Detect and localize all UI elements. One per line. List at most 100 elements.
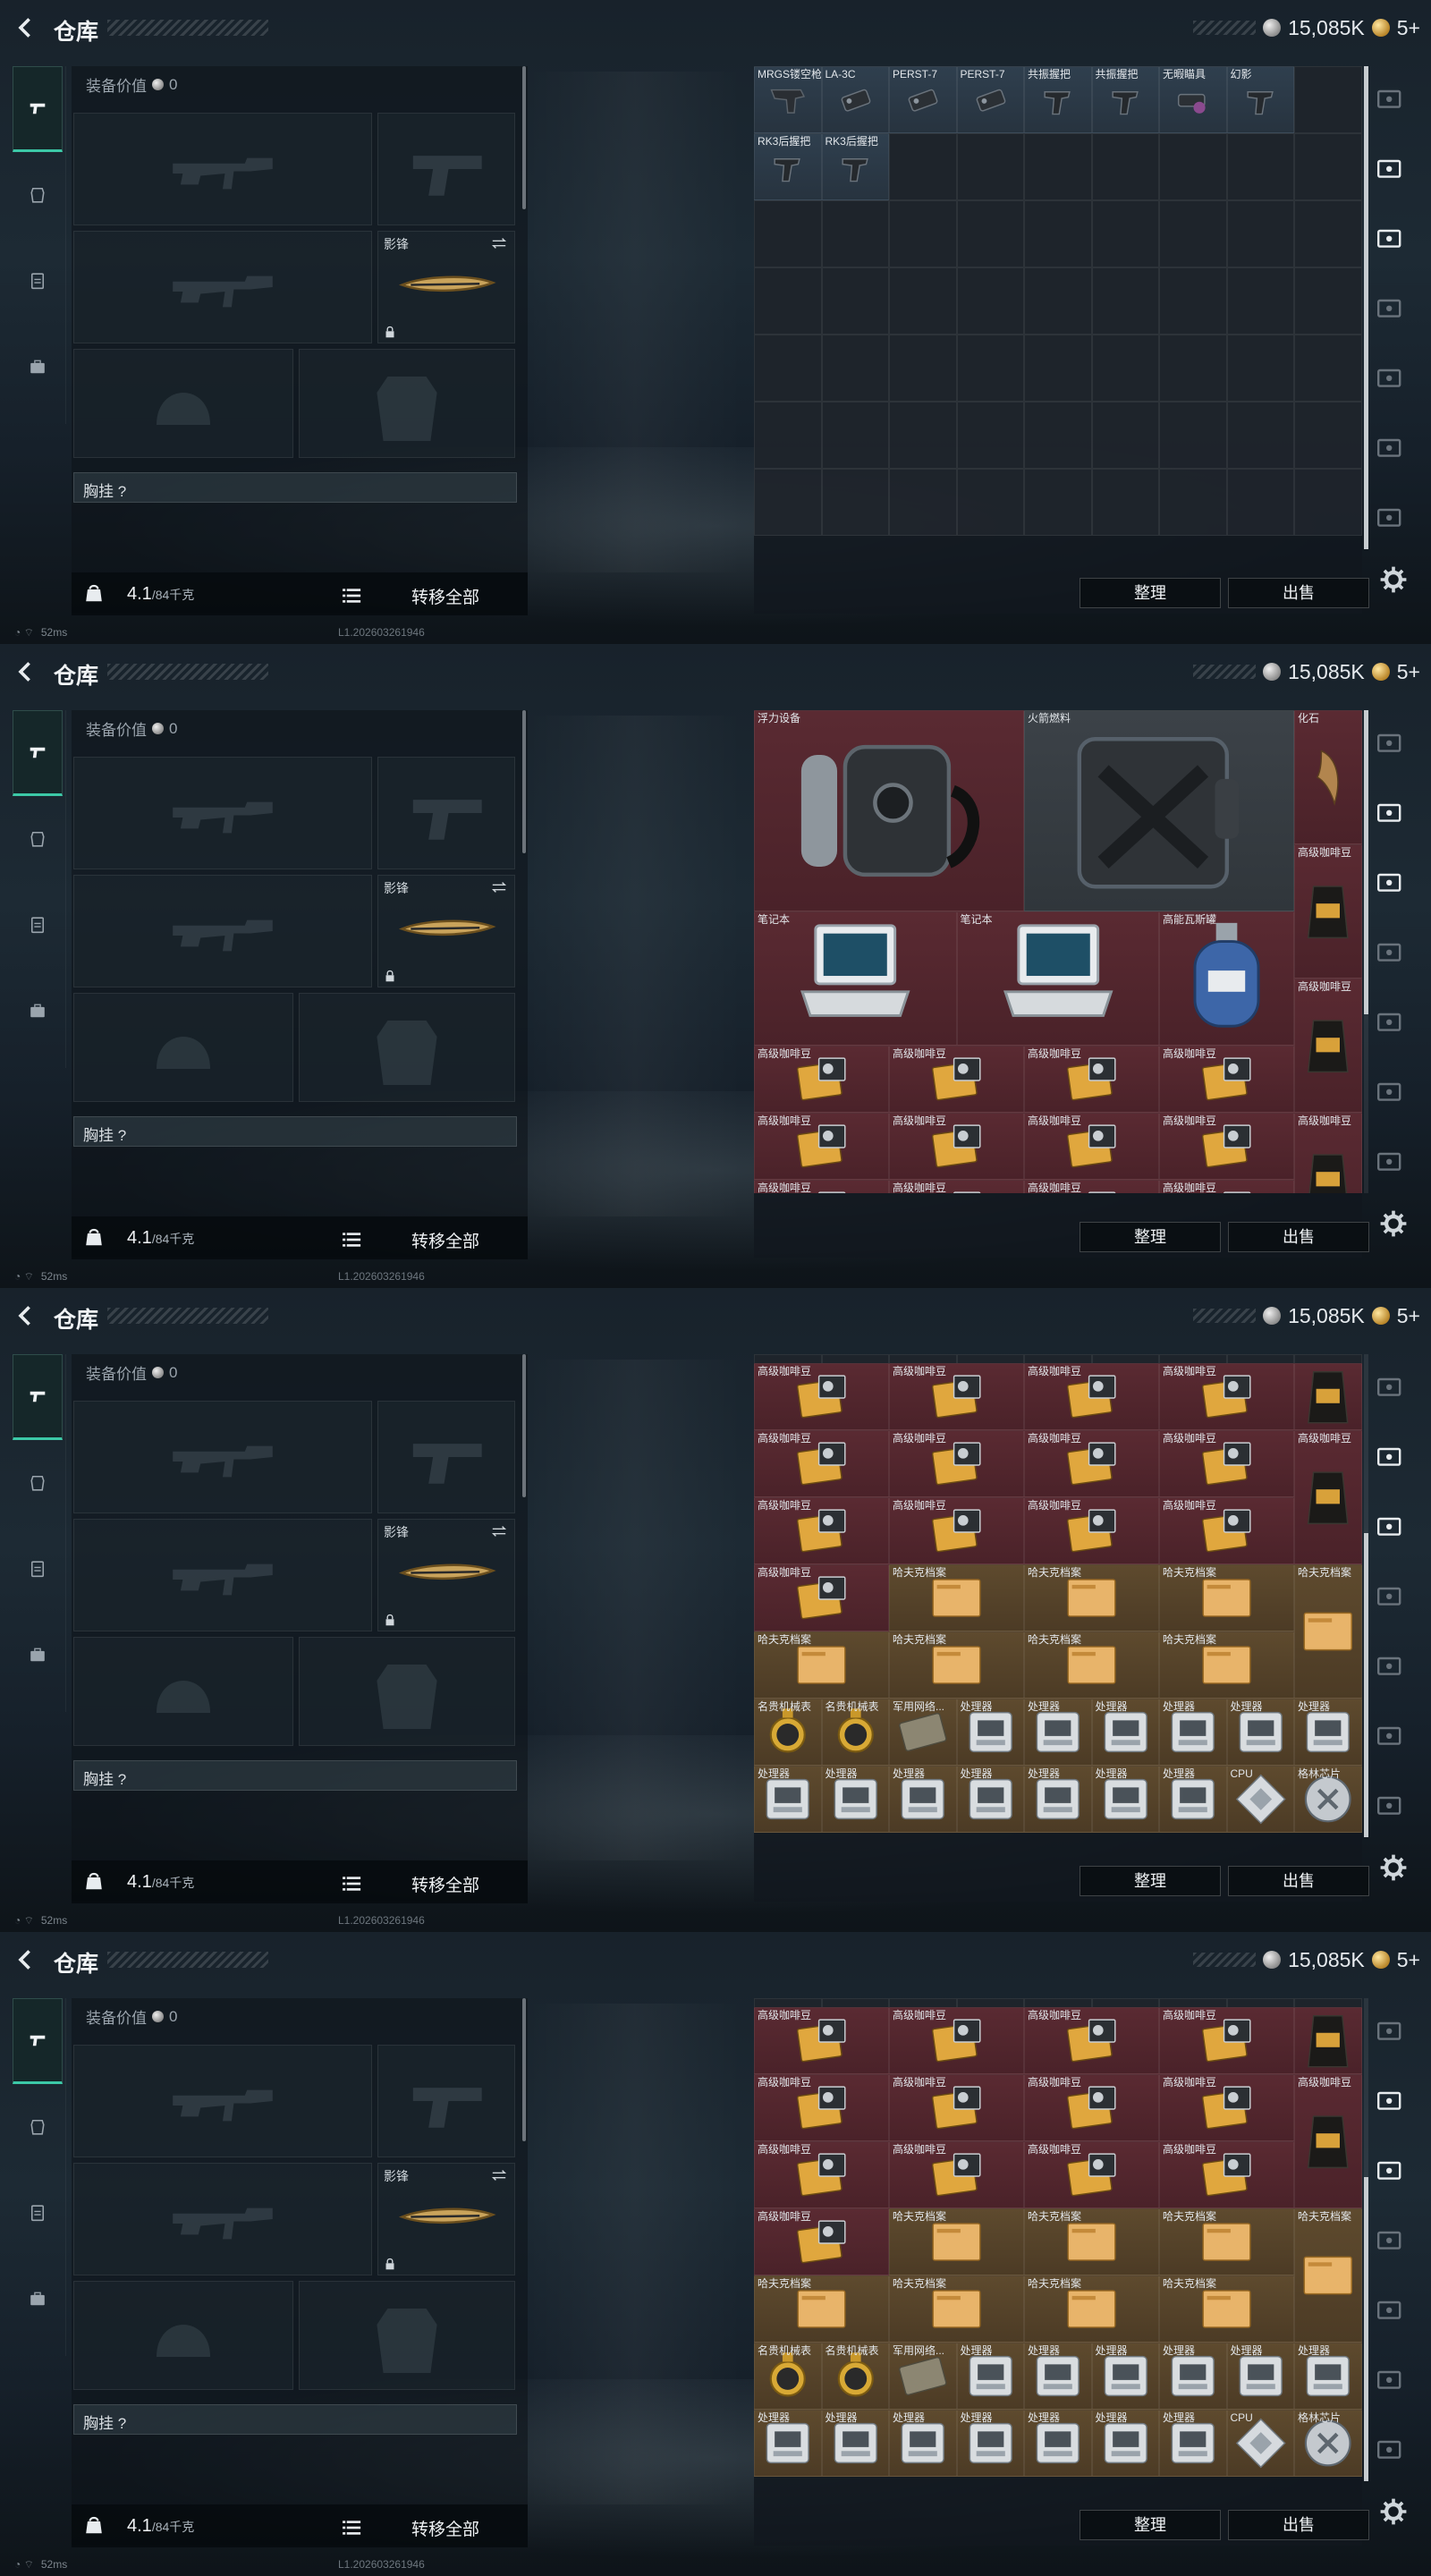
stash-item[interactable]: 处理器 <box>1294 1699 1362 1766</box>
empty-stash-cell[interactable] <box>1159 133 1227 200</box>
stash-item[interactable]: 哈夫克档案 <box>1024 1631 1159 1699</box>
storage-page-icon[interactable] <box>1372 1717 1408 1750</box>
empty-stash-cell[interactable] <box>1159 335 1227 402</box>
loadout-tab-backpack[interactable] <box>13 2256 63 2342</box>
stash-item[interactable]: 高级咖啡豆 <box>754 2007 889 2074</box>
stash-item[interactable]: 哈夫克档案 <box>889 2208 1024 2275</box>
stash-item[interactable]: 高级咖啡豆 <box>889 1497 1024 1564</box>
stash-item[interactable]: 处理器 <box>1024 1766 1092 1833</box>
stash-item[interactable]: 处理器 <box>1091 1699 1159 1766</box>
loadout-tab-pistol[interactable] <box>13 710 63 796</box>
pistol-slot[interactable] <box>377 757 515 869</box>
storage-page-icon[interactable] <box>1372 1787 1408 1819</box>
swap-icon[interactable] <box>489 879 509 895</box>
stash-item[interactable]: 高级咖啡豆 <box>1159 2141 1294 2208</box>
stash-item[interactable]: CPU <box>1226 2410 1294 2477</box>
stash-item[interactable]: 哈夫克档案 <box>1294 2208 1362 2343</box>
swap-icon[interactable] <box>489 1523 509 1539</box>
stash-item[interactable]: 哈夫克档案 <box>1024 2208 1159 2275</box>
empty-stash-cell[interactable] <box>821 267 889 335</box>
storage-page-icon[interactable] <box>1372 2222 1408 2254</box>
stash-item[interactable]: 高级咖啡豆 <box>1159 1180 1294 1193</box>
stash-item[interactable]: 高级咖啡豆 <box>754 2074 889 2141</box>
shelf-icon[interactable] <box>1372 2082 1408 2114</box>
shelf-icon[interactable] <box>1372 1438 1408 1470</box>
helmet-slot[interactable] <box>73 349 293 458</box>
storage-page-icon[interactable] <box>1372 1648 1408 1680</box>
stash-item[interactable]: 格林芯片 <box>1294 1766 1362 1833</box>
storage-page-icon[interactable] <box>1372 1073 1408 1106</box>
gold-amount[interactable]: 5+ <box>1397 16 1420 40</box>
list-icon[interactable] <box>342 586 361 603</box>
empty-stash-cell[interactable] <box>1091 402 1159 469</box>
empty-stash-cell[interactable] <box>754 469 822 536</box>
empty-stash-cell[interactable] <box>1159 267 1227 335</box>
stash-item[interactable]: 处理器 <box>754 1766 822 1833</box>
stash-item[interactable]: 高级咖啡豆 <box>1024 2007 1159 2074</box>
stash-item[interactable]: 处理器 <box>1159 1766 1227 1833</box>
back-icon[interactable] <box>13 1946 39 1973</box>
stash-item[interactable]: 处理器 <box>956 1699 1024 1766</box>
stash-item[interactable]: 高级咖啡豆 <box>1159 2074 1294 2141</box>
stash-item[interactable]: 高级咖啡豆 <box>1159 1363 1294 1430</box>
stash-item[interactable]: 哈夫克档案 <box>754 1631 889 1699</box>
melee-slot[interactable]: 影锋 <box>377 875 515 987</box>
stash-item[interactable]: 处理器 <box>889 2410 957 2477</box>
stash-item[interactable]: 高级咖啡豆 <box>889 1113 1024 1180</box>
stash-item[interactable]: 高级咖啡豆 <box>754 1363 889 1430</box>
stash-item[interactable]: 处理器 <box>821 1766 889 1833</box>
camera-storage-icon[interactable] <box>1372 864 1408 896</box>
stash-item[interactable]: 处理器 <box>1024 2410 1092 2477</box>
stash-item[interactable]: 哈夫克档案 <box>1294 1564 1362 1699</box>
transfer-all-button[interactable]: 转移全部 <box>411 1872 479 1896</box>
loadout-tab-chest-rig[interactable] <box>13 2170 63 2256</box>
stash-item[interactable]: 高级咖啡豆 <box>1024 1046 1159 1113</box>
stash-item[interactable]: 高级咖啡豆 <box>754 1430 889 1497</box>
empty-stash-cell[interactable] <box>1024 402 1092 469</box>
stash-item[interactable]: 高级咖啡豆 <box>1024 1180 1159 1193</box>
home-storage-icon[interactable] <box>1372 80 1408 113</box>
stash-item[interactable]: 浮力设备 <box>754 710 1024 911</box>
empty-stash-cell[interactable] <box>1024 267 1092 335</box>
stash-item[interactable]: 高级咖啡豆 <box>754 2208 889 2275</box>
stash-item[interactable]: PERST-7 <box>956 66 1024 133</box>
silver-amount[interactable]: 15,085K <box>1288 660 1365 684</box>
empty-stash-cell[interactable] <box>821 402 889 469</box>
chest-rig-bar[interactable]: 胸挂 ? <box>73 472 517 503</box>
empty-stash-cell[interactable] <box>1294 133 1362 200</box>
empty-stash-cell[interactable] <box>956 469 1024 536</box>
equipment-scrollbar[interactable] <box>522 66 526 209</box>
loadout-tab-backpack[interactable] <box>13 1612 63 1698</box>
empty-stash-cell[interactable] <box>1226 402 1294 469</box>
loadout-tab-pistol[interactable] <box>13 66 63 152</box>
empty-stash-cell[interactable] <box>1091 133 1159 200</box>
stash-item[interactable]: 高级咖啡豆 <box>889 2141 1024 2208</box>
stash-item[interactable]: 笔记本 <box>956 911 1159 1046</box>
empty-stash-cell[interactable] <box>1294 402 1362 469</box>
storage-page-icon[interactable] <box>1372 499 1408 531</box>
stash-item[interactable]: 高级咖啡豆 <box>1294 844 1362 979</box>
stash-item[interactable]: 处理器 <box>1159 2343 1227 2410</box>
stash-item[interactable]: 处理器 <box>956 1766 1024 1833</box>
empty-stash-cell[interactable] <box>1159 200 1227 267</box>
empty-stash-cell[interactable] <box>1024 469 1092 536</box>
stash-item[interactable]: 高级咖啡豆 <box>1159 1497 1294 1564</box>
melee-slot[interactable]: 影锋 <box>377 231 515 343</box>
empty-stash-cell[interactable] <box>1294 200 1362 267</box>
primary-weapon-slot[interactable] <box>73 113 372 225</box>
empty-stash-cell[interactable] <box>889 469 957 536</box>
silver-amount[interactable]: 15,085K <box>1288 16 1365 40</box>
stash-item[interactable]: LA-3C <box>821 66 889 133</box>
home-storage-icon[interactable] <box>1372 724 1408 757</box>
stash-item[interactable]: 高级咖啡豆 <box>1024 1363 1159 1430</box>
empty-stash-cell[interactable] <box>821 469 889 536</box>
stash-item[interactable]: 处理器 <box>1226 1699 1294 1766</box>
empty-stash-cell[interactable] <box>1091 469 1159 536</box>
empty-stash-cell[interactable] <box>1294 335 1362 402</box>
loadout-tab-armor[interactable] <box>13 152 63 238</box>
chest-rig-bar[interactable]: 胸挂 ? <box>73 1116 517 1147</box>
storage-page-icon[interactable] <box>1372 360 1408 392</box>
stash-item[interactable]: 高级咖啡豆 <box>1024 1430 1159 1497</box>
stash-item[interactable]: 高级咖啡豆 <box>1024 2074 1159 2141</box>
gold-amount[interactable]: 5+ <box>1397 1948 1420 1972</box>
